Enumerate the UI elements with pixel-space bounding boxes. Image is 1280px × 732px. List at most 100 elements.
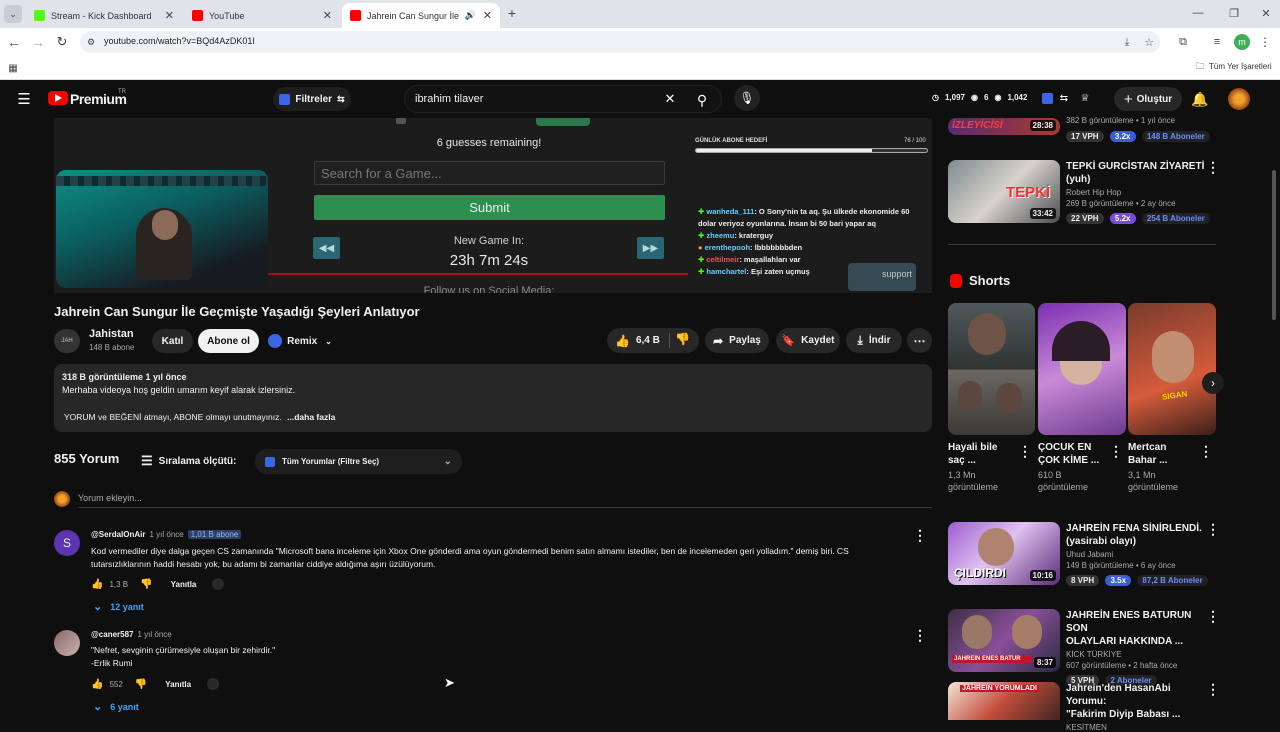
new-tab-icon[interactable]: + [504, 5, 520, 21]
tab-youtube[interactable]: YouTube ✕ [184, 3, 340, 28]
short-menu-icon[interactable]: ⋮ [1199, 443, 1213, 460]
commenter-name[interactable]: @caner587 [91, 630, 134, 639]
comment-menu-icon[interactable]: ⋮ [913, 527, 927, 544]
short-info[interactable]: Mertcan Bahar ... 3,1 Mn görüntüleme [1128, 441, 1208, 492]
short-info[interactable]: Hayali bile saç ... 1,3 Mn görüntüleme [948, 441, 1028, 492]
comment-menu-icon[interactable]: ⋮ [913, 627, 927, 644]
join-button[interactable]: Katıl [152, 329, 193, 353]
download-button[interactable]: ⤓ İndir [846, 328, 902, 353]
reload-icon[interactable]: ↻ [54, 34, 70, 50]
more-actions-icon[interactable]: ⋯ [907, 328, 932, 353]
video-info[interactable]: TEPKİ GURCİSTAN ZİYARETİ (yuh) Robert Hi… [1066, 160, 1210, 224]
short-thumbnail[interactable] [1038, 303, 1126, 435]
comment-filter-dropdown[interactable]: Tüm Yorumlar (Filtre Seç) ⌄ [255, 449, 462, 474]
share-button[interactable]: ➦ Paylaş [705, 328, 769, 353]
extension-icon[interactable] [1042, 93, 1053, 104]
short-menu-icon[interactable]: ⋮ [1109, 443, 1123, 460]
video-thumbnail[interactable]: JAHREIN ENES BATUR 8:37 [948, 609, 1060, 672]
close-icon[interactable]: ✕ [165, 9, 174, 22]
replies-toggle[interactable]: ⌄ 6 yanıt [93, 700, 139, 713]
restore-icon[interactable]: ❐ [1226, 5, 1242, 21]
menu-kebab-icon[interactable]: ⋮ [1258, 34, 1272, 50]
search-box[interactable]: ibrahim tilaver ✕ ⚲ [404, 85, 722, 113]
short-menu-icon[interactable]: ⋮ [1018, 443, 1032, 460]
close-icon[interactable]: ✕ [483, 9, 492, 22]
minimize-icon[interactable]: — [1190, 5, 1206, 21]
window-close-icon[interactable]: ✕ [1258, 5, 1274, 21]
video-menu-icon[interactable]: ⋮ [1206, 608, 1220, 625]
extension-icon[interactable] [212, 578, 225, 590]
video-menu-icon[interactable]: ⋮ [1206, 681, 1220, 698]
page-scrollbar[interactable] [1272, 170, 1276, 320]
forward-icon[interactable]: → [30, 34, 46, 50]
sort-by-button[interactable]: ☰ Sıralama ölçütü: [141, 453, 236, 469]
replies-toggle[interactable]: ⌄ 12 yanıt [93, 600, 144, 613]
thumbs-up-icon[interactable]: 👍 [615, 334, 630, 348]
notifications-bell-icon[interactable]: 🔔 [1191, 90, 1208, 108]
shorts-next-arrow-icon[interactable]: › [1202, 372, 1224, 394]
video-thumbnail[interactable]: TEPKİ 33:42 [948, 160, 1060, 223]
commenter-avatar[interactable]: S [54, 530, 80, 556]
short-info[interactable]: ÇOCUK EN ÇOK KİME ... 610 B görüntüleme [1038, 441, 1118, 492]
bookmark-star-icon[interactable]: ☆ [1142, 35, 1156, 49]
close-icon[interactable]: ✕ [323, 9, 332, 22]
short-thumbnail[interactable]: SIGAN [1128, 303, 1216, 435]
video-player[interactable]: 6 guesses remaining! Search for a Game..… [54, 118, 932, 293]
like-count[interactable]: 6,4 B [636, 335, 660, 346]
microphone-icon[interactable]: 🎙 [734, 85, 760, 111]
video-info[interactable]: JAHREİN ENES BATURUN SON OLAYLARI HAKKIN… [1066, 609, 1206, 686]
filters-button[interactable]: Filtreler ⇆ [273, 87, 351, 111]
tab-active-video[interactable]: Jahrein Can Sungur İle Geç 🔊 ✕ [342, 3, 500, 28]
commenter-avatar[interactable] [54, 630, 80, 656]
all-bookmarks-link[interactable]: Tüm Yer İşaretleri [1209, 62, 1272, 71]
video-thumbnail[interactable]: İZLEYİCİSİ 28:38 [948, 118, 1060, 135]
hamburger-menu-icon[interactable]: ☰ [16, 91, 32, 108]
tab-search-icon[interactable]: ⌄ [4, 5, 22, 23]
apps-grid-icon[interactable]: ▦ [6, 61, 20, 75]
commenter-name[interactable]: @SerdalOnAir [91, 530, 145, 539]
comment-time[interactable]: 1 yıl önce [138, 630, 172, 639]
short-thumbnail[interactable] [948, 303, 1035, 435]
site-info-icon[interactable]: ⚙ [84, 35, 98, 49]
address-bar[interactable]: ⚙ youtube.com/watch?v=BQd4AzDK01I ⤓ ☆ [80, 31, 1160, 53]
trophy-icon[interactable]: ♕ [1078, 91, 1092, 105]
add-comment-input[interactable]: Yorum ekleyin... [78, 493, 142, 503]
back-icon[interactable]: ← [6, 34, 22, 50]
extension-icon[interactable] [207, 678, 220, 690]
search-icon[interactable]: ⚲ [693, 91, 711, 109]
channel-avatar[interactable]: JAH [54, 329, 80, 353]
tab-kick[interactable]: Stream - Kick Dashboard ✕ [26, 3, 182, 28]
reply-button[interactable]: Yanıtla [165, 680, 191, 689]
video-thumbnail[interactable]: JAHREIN YORUMLADI [948, 682, 1060, 720]
subscribe-button[interactable]: Abone ol [198, 329, 259, 353]
account-avatar[interactable] [1228, 88, 1250, 110]
extensions-icon[interactable]: ⧉ [1176, 35, 1190, 49]
save-button[interactable]: 🔖 Kaydet [776, 328, 840, 353]
video-info[interactable]: JAHREİN FENA SİNİRLENDİ. (yasirabi olayı… [1066, 522, 1208, 586]
search-input[interactable]: ibrahim tilaver [415, 93, 483, 105]
thumbs-up-icon[interactable]: 👍 [91, 579, 103, 590]
subscriber-count: 148 B abone [89, 343, 135, 352]
create-button[interactable]: + Oluştur [1114, 87, 1182, 111]
video-thumbnail[interactable]: ÇILDIRDI 10:16 [948, 522, 1060, 585]
video-menu-icon[interactable]: ⋮ [1206, 159, 1220, 176]
profile-avatar[interactable]: m [1234, 34, 1250, 50]
audio-playing-icon[interactable]: 🔊 [465, 10, 476, 21]
video-info[interactable]: Jahrein'den HasanAbi Yorumu: "Fakirim Di… [1066, 682, 1206, 732]
thumbs-down-icon[interactable]: 👎 [140, 579, 152, 590]
channel-name[interactable]: Jahistan [89, 328, 134, 340]
remix-button[interactable]: Remix ⌄ [264, 329, 336, 353]
description-box[interactable]: 318 B görüntüleme 1 yıl önce Merhaba vid… [54, 364, 932, 432]
reading-list-icon[interactable]: ≡ [1210, 35, 1224, 49]
thumbs-down-icon[interactable]: 👎 [675, 332, 690, 346]
youtube-logo-icon[interactable] [48, 91, 68, 105]
reply-button[interactable]: Yanıtla [171, 580, 197, 589]
thumbs-down-icon[interactable]: 👎 [135, 679, 147, 690]
show-more-link[interactable]: ...daha fazla [287, 412, 335, 422]
install-app-icon[interactable]: ⤓ [1120, 35, 1134, 49]
thumbs-up-icon[interactable]: 👍 [91, 679, 103, 690]
settings-icon[interactable]: ⇆ [1058, 91, 1070, 105]
video-menu-icon[interactable]: ⋮ [1206, 521, 1220, 538]
clear-search-icon[interactable]: ✕ [663, 91, 677, 106]
comment-time[interactable]: 1 yıl önce [149, 530, 183, 539]
